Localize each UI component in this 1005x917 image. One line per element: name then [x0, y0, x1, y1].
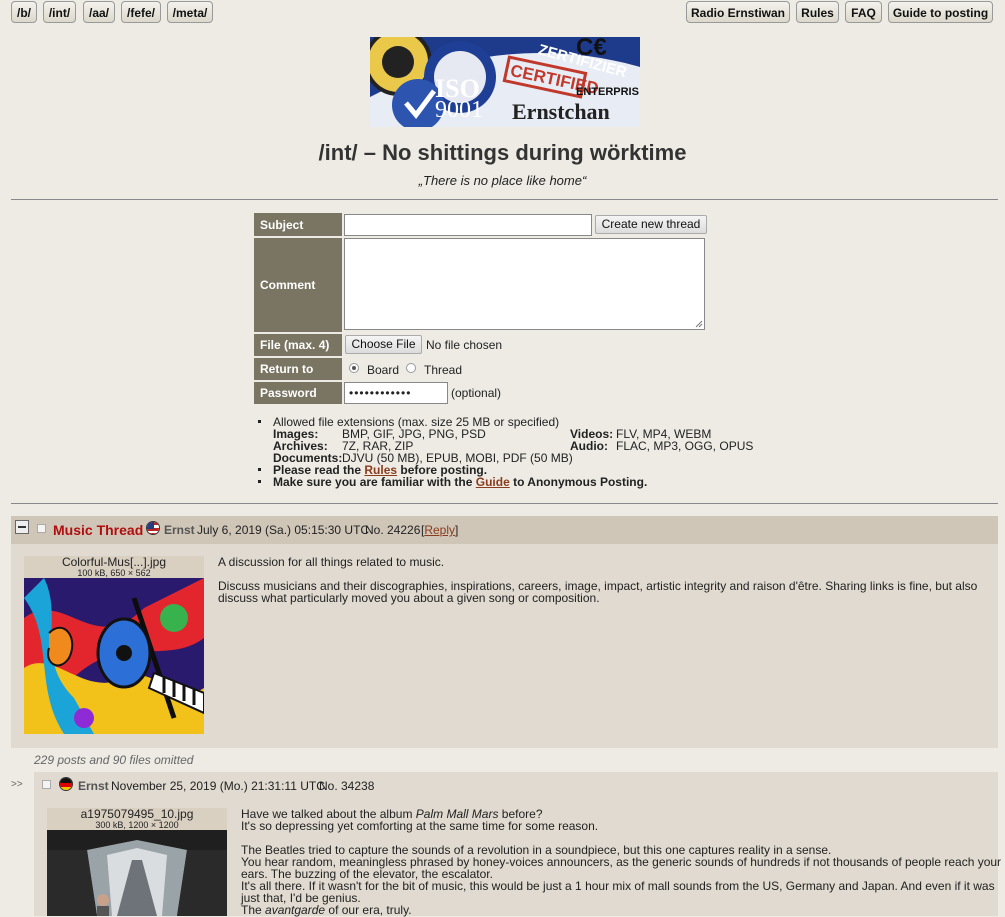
password-label: Password	[254, 382, 342, 404]
music-painting-image	[24, 578, 204, 734]
divider-bottom	[11, 503, 998, 504]
comment-textarea[interactable]	[344, 238, 705, 330]
comment-label: Comment	[254, 238, 342, 332]
return-board-label[interactable]: Board	[367, 364, 399, 376]
rules-link[interactable]: Rules	[796, 1, 839, 23]
bullet	[258, 468, 261, 471]
bullet	[258, 420, 261, 423]
file-label: File (max. 4)	[254, 334, 342, 356]
divider-top	[11, 199, 998, 200]
board-link-int[interactable]: /int/	[43, 1, 76, 23]
flag-icon	[59, 777, 73, 791]
reply-text-line-2: It's so depressing yet comforting at the…	[241, 819, 599, 833]
board-link-meta[interactable]: /meta/	[167, 1, 213, 23]
guide-link-inline[interactable]: Guide	[476, 475, 510, 489]
mall-photo-image	[47, 830, 227, 916]
create-thread-button[interactable]: Create new thread	[595, 215, 707, 234]
subject-input[interactable]	[344, 214, 592, 236]
op-poster-name: Ernst	[164, 523, 195, 537]
svg-text:C€: C€	[576, 37, 607, 61]
posting-rules: Allowed file extensions (max. size 25 MB…	[258, 416, 778, 488]
reply-arrow: >>	[11, 779, 23, 790]
return-board-radio[interactable]	[349, 363, 359, 373]
reply-link[interactable]: Reply	[424, 523, 455, 537]
audio-label: Audio:	[570, 439, 608, 453]
subject-label: Subject	[254, 213, 342, 236]
return-thread-radio[interactable]	[406, 363, 416, 373]
op-file-info: Colorful-Mus[...].jpg 100 kB, 650 × 562	[24, 556, 204, 578]
reply-date: November 25, 2019 (Mo.) 21:31:11 UTC	[111, 779, 325, 793]
return-thread-label[interactable]: Thread	[424, 364, 462, 376]
guide-link[interactable]: Guide to posting	[888, 1, 993, 23]
return-label: Return to	[254, 358, 342, 380]
password-input[interactable]: ••••••••••••	[344, 382, 448, 404]
reply-text-line-8: The avantgarde of our era, truly.	[241, 903, 412, 917]
resize-handle-icon[interactable]	[695, 320, 703, 328]
op-file-meta: 100 kB, 650 × 562	[77, 568, 151, 578]
reply-post-number[interactable]: No. 34238	[319, 780, 374, 792]
op-text-line-1: A discussion for all things related to m…	[218, 555, 445, 569]
board-link-aa[interactable]: /aa/	[83, 1, 115, 23]
guide-notice-text: Make sure you are familiar with the Guid…	[273, 475, 648, 489]
reply-file-info: a1975079495_10.jpg 300 kB, 1200 × 1200	[47, 808, 227, 830]
op-thumbnail[interactable]	[24, 578, 204, 734]
op-subject: Music Thread	[53, 522, 144, 538]
svg-text:Ernstchan: Ernstchan	[512, 99, 610, 124]
reply-thumbnail[interactable]	[47, 830, 227, 916]
op-date: July 6, 2019 (Sa.) 05:15:30 UTC	[197, 523, 370, 537]
radio-link[interactable]: Radio Ernstiwan	[686, 1, 790, 23]
board-link-fefe[interactable]: /fefe/	[121, 1, 161, 23]
reply-poster-name: Ernst	[78, 779, 109, 793]
svg-text:ENTERPRIS: ENTERPRIS	[576, 86, 639, 98]
op-select-checkbox[interactable]	[37, 524, 46, 533]
optional-text: (optional)	[451, 386, 502, 400]
op-post-number[interactable]: No. 24226	[365, 524, 420, 536]
flag-icon	[146, 521, 160, 535]
op-reply-link[interactable]: [Reply]	[421, 524, 458, 536]
reply-select-checkbox[interactable]	[42, 780, 51, 789]
op-text-line-3: discuss what particularly moved you abou…	[218, 591, 600, 605]
op-file-name[interactable]: Colorful-Mus[...].jpg	[24, 556, 204, 568]
reply-file-name[interactable]: a1975079495_10.jpg	[47, 808, 227, 820]
board-banner[interactable]: ISO 9001 CERTIFIED ENTERPRIS Ernstchan Z…	[370, 37, 640, 127]
audio-value: FLAC, MP3, OGG, OPUS	[616, 439, 754, 453]
svg-text:9001: 9001	[435, 97, 483, 123]
reply-file-meta: 300 kB, 1200 × 1200	[95, 820, 179, 830]
board-slogan: „There is no place like home“	[418, 173, 587, 188]
board-link-b[interactable]: /b/	[11, 1, 37, 23]
banner-image: ISO 9001 CERTIFIED ENTERPRIS Ernstchan Z…	[370, 37, 640, 127]
choose-file-button[interactable]: Choose File	[345, 335, 422, 354]
omitted-posts-text: 229 posts and 90 files omitted	[34, 753, 194, 767]
faq-link[interactable]: FAQ	[845, 1, 882, 23]
bullet	[258, 480, 261, 483]
board-title: /int/ – No shittings during wörktime	[318, 140, 687, 165]
hide-thread-icon[interactable]	[15, 520, 29, 534]
no-file-text: No file chosen	[426, 338, 503, 352]
